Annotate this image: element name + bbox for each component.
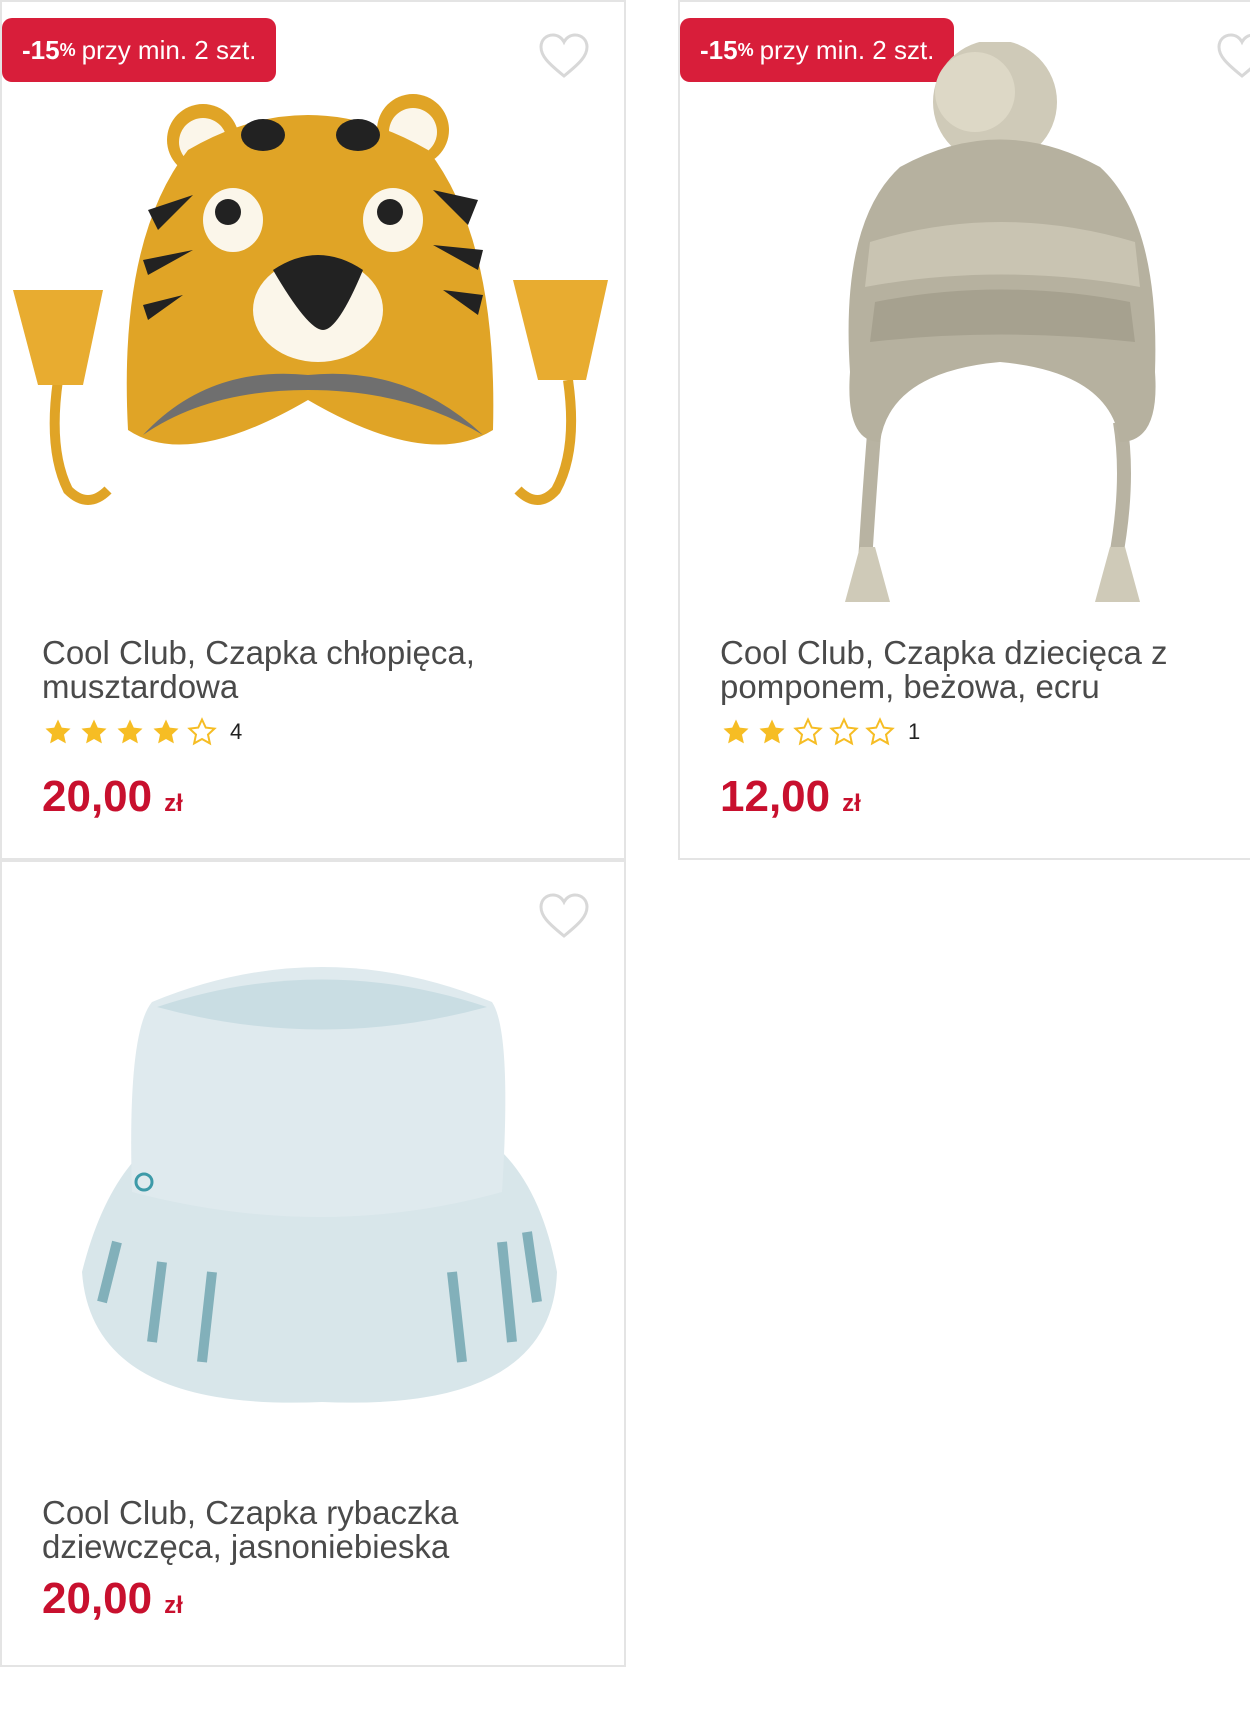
star-filled-icon <box>723 719 749 744</box>
price-amount: 20,00 <box>42 1574 153 1623</box>
product-image[interactable] <box>830 42 1170 602</box>
product-image[interactable] <box>8 90 608 510</box>
product-card[interactable]: -15% przy min. 2 szt. Cool Club, Czapka … <box>678 0 1250 860</box>
star-filled-icon <box>45 719 71 744</box>
price-amount: 20,00 <box>42 772 153 821</box>
product-price: 20,00 zł <box>42 1574 183 1624</box>
star-empty-icon <box>865 717 895 746</box>
product-card[interactable]: Cool Club, Czapka rybaczka dziewczęca, j… <box>0 860 626 1667</box>
star-filled-icon <box>81 719 107 744</box>
rating-count: 1 <box>908 719 921 744</box>
product-rating: 4 <box>42 717 242 747</box>
star-empty-icon <box>187 717 217 746</box>
product-card[interactable]: -15% przy min. 2 szt. Cool Club, Czapka … <box>0 0 626 860</box>
product-rating: 1 <box>720 717 920 747</box>
promo-badge: -15% przy min. 2 szt. <box>2 18 277 82</box>
product-price: 12,00 zł <box>720 772 861 822</box>
star-filled-icon <box>153 719 179 744</box>
product-title[interactable]: Cool Club, Czapka rybaczka dziewczęca, j… <box>42 1496 582 1564</box>
price-amount: 12,00 <box>720 772 831 821</box>
star-empty-icon <box>829 717 859 746</box>
star-empty-icon <box>793 717 823 746</box>
promo-percent: -15 <box>22 34 60 65</box>
promo-percent-sign: % <box>59 39 76 60</box>
heart-outline-icon[interactable] <box>538 892 590 940</box>
heart-outline-icon[interactable] <box>1216 32 1250 80</box>
promo-percent-sign: % <box>737 39 754 60</box>
product-title[interactable]: Cool Club, Czapka chłopięca, musztardowa <box>42 636 582 704</box>
price-currency: zł <box>842 790 861 817</box>
price-currency: zł <box>164 1592 183 1619</box>
promo-percent: -15 <box>700 34 738 65</box>
promo-text: przy min. 2 szt. <box>81 34 257 65</box>
product-image[interactable] <box>82 942 562 1422</box>
product-price: 20,00 zł <box>42 772 183 822</box>
rating-count: 4 <box>230 719 243 744</box>
product-title[interactable]: Cool Club, Czapka dziecięca z pomponem, … <box>720 636 1250 704</box>
star-filled-icon <box>759 719 785 744</box>
heart-outline-icon[interactable] <box>538 32 590 80</box>
star-filled-icon <box>117 719 143 744</box>
price-currency: zł <box>164 790 183 817</box>
